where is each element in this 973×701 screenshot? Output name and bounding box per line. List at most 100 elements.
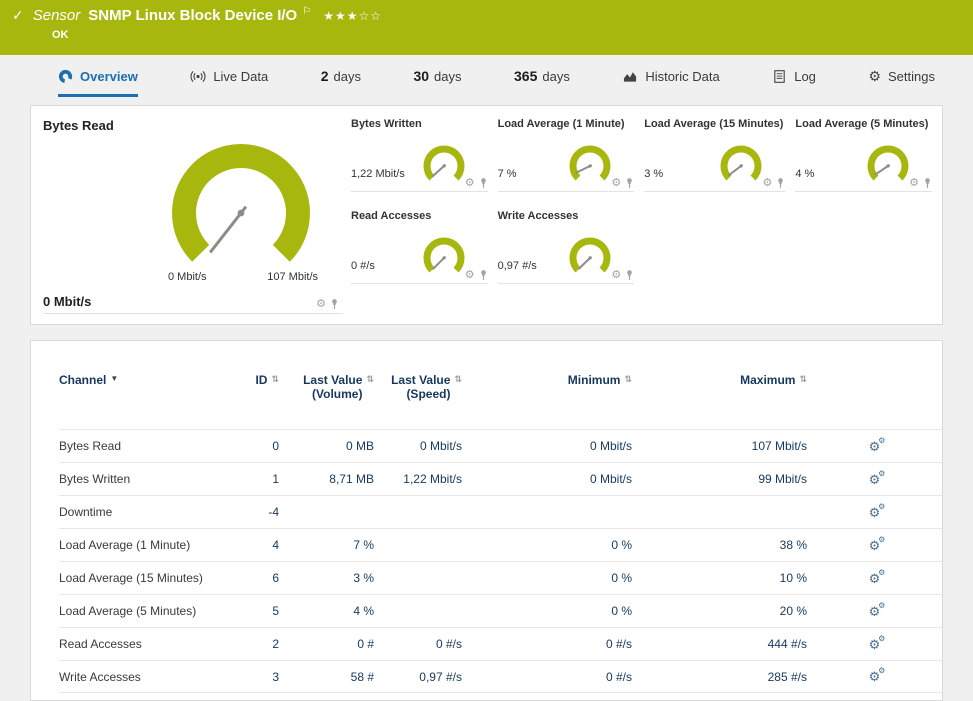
gauge-min-label: 0 Mbit/s bbox=[168, 271, 207, 283]
cell-last-value-speed: 1,22 Mbit/s bbox=[374, 472, 462, 486]
tab-overview[interactable]: Overview bbox=[58, 55, 138, 97]
mini-gauges-grid: Bytes Written 1,22 Mbit/s ⚙ Load Average… bbox=[351, 118, 932, 312]
tab-label: Live Data bbox=[213, 69, 268, 84]
edit-channel-icon[interactable]: ⚙⚙ bbox=[869, 473, 881, 486]
star-2[interactable]: ★ bbox=[335, 9, 347, 23]
table-row-downtime[interactable]: Downtime -4 ⚙⚙ bbox=[59, 495, 942, 528]
sort-desc-icon[interactable]: ▼ bbox=[110, 373, 118, 385]
table-row-read-accesses[interactable]: Read Accesses 2 0 # 0 #/s 0 #/s 444 #/s … bbox=[59, 627, 942, 660]
cell-id: -4 bbox=[229, 505, 279, 519]
gauge-settings-gear-icon[interactable]: ⚙ bbox=[611, 270, 621, 281]
gauge-pin-icon[interactable] bbox=[923, 177, 932, 189]
tab-2-days[interactable]: 2 days bbox=[321, 55, 361, 97]
sort-icon[interactable]: ⇅ bbox=[271, 373, 279, 385]
table-row-load-average-15-minutes[interactable]: Load Average (15 Minutes) 6 3 % 0 % 10 %… bbox=[59, 561, 942, 594]
tab-label: Overview bbox=[80, 69, 138, 84]
gauge-settings-gear-icon[interactable]: ⚙ bbox=[763, 178, 773, 189]
column-header-last-value-speed[interactable]: Last Value (Speed) ⇅ bbox=[374, 373, 462, 401]
tab-live-data[interactable]: Live Data bbox=[190, 55, 268, 97]
cell-minimum: 0 Mbit/s bbox=[462, 439, 632, 453]
star-1[interactable]: ★ bbox=[323, 9, 335, 23]
cell-maximum: 285 #/s bbox=[632, 670, 807, 684]
tab-30-days[interactable]: 30 days bbox=[413, 55, 461, 97]
star-3[interactable]: ★ bbox=[347, 9, 359, 23]
tab-label: days bbox=[542, 69, 569, 84]
cell-maximum: 38 % bbox=[632, 538, 807, 552]
flag-icon[interactable]: ⚐ bbox=[302, 6, 311, 17]
cell-last-value-volume: 7 % bbox=[279, 538, 374, 552]
gauge-title: Write Accesses bbox=[498, 210, 633, 226]
column-header-maximum[interactable]: Maximum ⇅ bbox=[632, 373, 807, 387]
sort-icon[interactable]: ⇅ bbox=[366, 373, 374, 385]
edit-channel-icon[interactable]: ⚙⚙ bbox=[869, 638, 881, 651]
cell-last-value-volume: 8,71 MB bbox=[279, 472, 374, 486]
log-document-icon bbox=[772, 69, 787, 84]
gauge-pin-icon[interactable] bbox=[625, 177, 634, 189]
gauge-settings-gear-icon[interactable]: ⚙ bbox=[465, 270, 475, 281]
status-check-icon: ✓ bbox=[12, 7, 24, 24]
gauge-pin-icon[interactable] bbox=[776, 177, 785, 189]
gauge-pin-icon[interactable] bbox=[625, 269, 634, 281]
cell-id: 5 bbox=[229, 604, 279, 618]
gauge-pin-icon[interactable] bbox=[479, 177, 488, 189]
priority-stars[interactable]: ★★★☆☆ bbox=[323, 9, 382, 23]
gauges-panel: Bytes Read 0 Mbit/s 107 Mbit/s 0 Mbit/s … bbox=[30, 105, 943, 325]
gauge-settings-gear-icon[interactable]: ⚙ bbox=[611, 178, 621, 189]
table-row-bytes-read[interactable]: Bytes Read 0 0 MB 0 Mbit/s 0 Mbit/s 107 … bbox=[59, 429, 942, 462]
overview-gauge-icon bbox=[58, 69, 73, 84]
table-row-load-average-5-minutes[interactable]: Load Average (5 Minutes) 5 4 % 0 % 20 % … bbox=[59, 594, 942, 627]
table-row-bytes-written[interactable]: Bytes Written 1 8,71 MB 1,22 Mbit/s 0 Mb… bbox=[59, 462, 942, 495]
column-header-channel[interactable]: Channel ▼ bbox=[59, 373, 229, 387]
live-data-icon bbox=[190, 69, 206, 84]
cell-id: 2 bbox=[229, 637, 279, 651]
gauge-dial bbox=[156, 137, 326, 271]
tab-log[interactable]: Log bbox=[772, 55, 816, 97]
edit-channel-icon[interactable]: ⚙⚙ bbox=[869, 506, 881, 519]
star-5[interactable]: ☆ bbox=[370, 9, 382, 23]
gauge-dial bbox=[862, 142, 914, 186]
sensor-header: ✓ Sensor SNMP Linux Block Device I/O ⚐ ★… bbox=[0, 0, 973, 55]
gauge-dial bbox=[418, 142, 470, 186]
tab-historic-data[interactable]: Historic Data bbox=[622, 55, 719, 97]
edit-channel-icon[interactable]: ⚙⚙ bbox=[869, 670, 881, 683]
cell-maximum: 20 % bbox=[632, 604, 807, 618]
sort-icon[interactable]: ⇅ bbox=[799, 373, 807, 385]
gauge-settings-gear-icon[interactable]: ⚙ bbox=[316, 299, 326, 310]
sort-icon[interactable]: ⇅ bbox=[624, 373, 632, 385]
cell-channel: Load Average (5 Minutes) bbox=[59, 604, 229, 618]
column-header-id[interactable]: ID ⇅ bbox=[229, 373, 279, 387]
table-row-write-accesses[interactable]: Write Accesses 3 58 # 0,97 #/s 0 #/s 285… bbox=[59, 660, 942, 693]
gauge-pin-icon[interactable] bbox=[479, 269, 488, 281]
tab-number: 365 bbox=[514, 68, 537, 84]
tab-number: 30 bbox=[413, 68, 429, 84]
mini-gauge-load-average-15-minutes: Load Average (15 Minutes) 3 % ⚙ bbox=[644, 118, 785, 192]
gauge-settings-gear-icon[interactable]: ⚙ bbox=[465, 178, 475, 189]
cell-last-value-volume: 58 # bbox=[279, 670, 374, 684]
cell-channel: Write Accesses bbox=[59, 670, 229, 684]
cell-last-value-speed: 0 #/s bbox=[374, 637, 462, 651]
sort-icon[interactable]: ⇅ bbox=[454, 373, 462, 385]
edit-channel-icon[interactable]: ⚙⚙ bbox=[869, 440, 881, 453]
tab-settings[interactable]: ⚙ Settings bbox=[868, 55, 935, 97]
cell-id: 4 bbox=[229, 538, 279, 552]
edit-channel-icon[interactable]: ⚙⚙ bbox=[869, 572, 881, 585]
gauge-title: Load Average (15 Minutes) bbox=[644, 118, 783, 134]
cell-channel: Load Average (1 Minute) bbox=[59, 538, 229, 552]
cell-id: 1 bbox=[229, 472, 279, 486]
column-header-last-value-volume[interactable]: Last Value (Volume) ⇅ bbox=[279, 373, 374, 401]
star-4[interactable]: ☆ bbox=[358, 9, 370, 23]
tab-365-days[interactable]: 365 days bbox=[514, 55, 570, 97]
column-header-minimum[interactable]: Minimum ⇅ bbox=[462, 373, 632, 387]
gauge-current-value: 7 % bbox=[498, 168, 517, 186]
cell-last-value-speed: 0,97 #/s bbox=[374, 670, 462, 684]
edit-channel-icon[interactable]: ⚙⚙ bbox=[869, 605, 881, 618]
gauge-settings-gear-icon[interactable]: ⚙ bbox=[909, 178, 919, 189]
cell-channel: Load Average (15 Minutes) bbox=[59, 571, 229, 585]
gauge-current-value: 0 #/s bbox=[351, 260, 375, 278]
edit-channel-icon[interactable]: ⚙⚙ bbox=[869, 539, 881, 552]
mini-gauge-load-average-5-minutes: Load Average (5 Minutes) 4 % ⚙ bbox=[795, 118, 932, 192]
table-row-load-average-1-minute[interactable]: Load Average (1 Minute) 4 7 % 0 % 38 % ⚙… bbox=[59, 528, 942, 561]
cell-last-value-volume: 3 % bbox=[279, 571, 374, 585]
gauge-pin-icon[interactable] bbox=[330, 298, 339, 310]
gauge-current-value: 0 Mbit/s bbox=[43, 294, 91, 309]
